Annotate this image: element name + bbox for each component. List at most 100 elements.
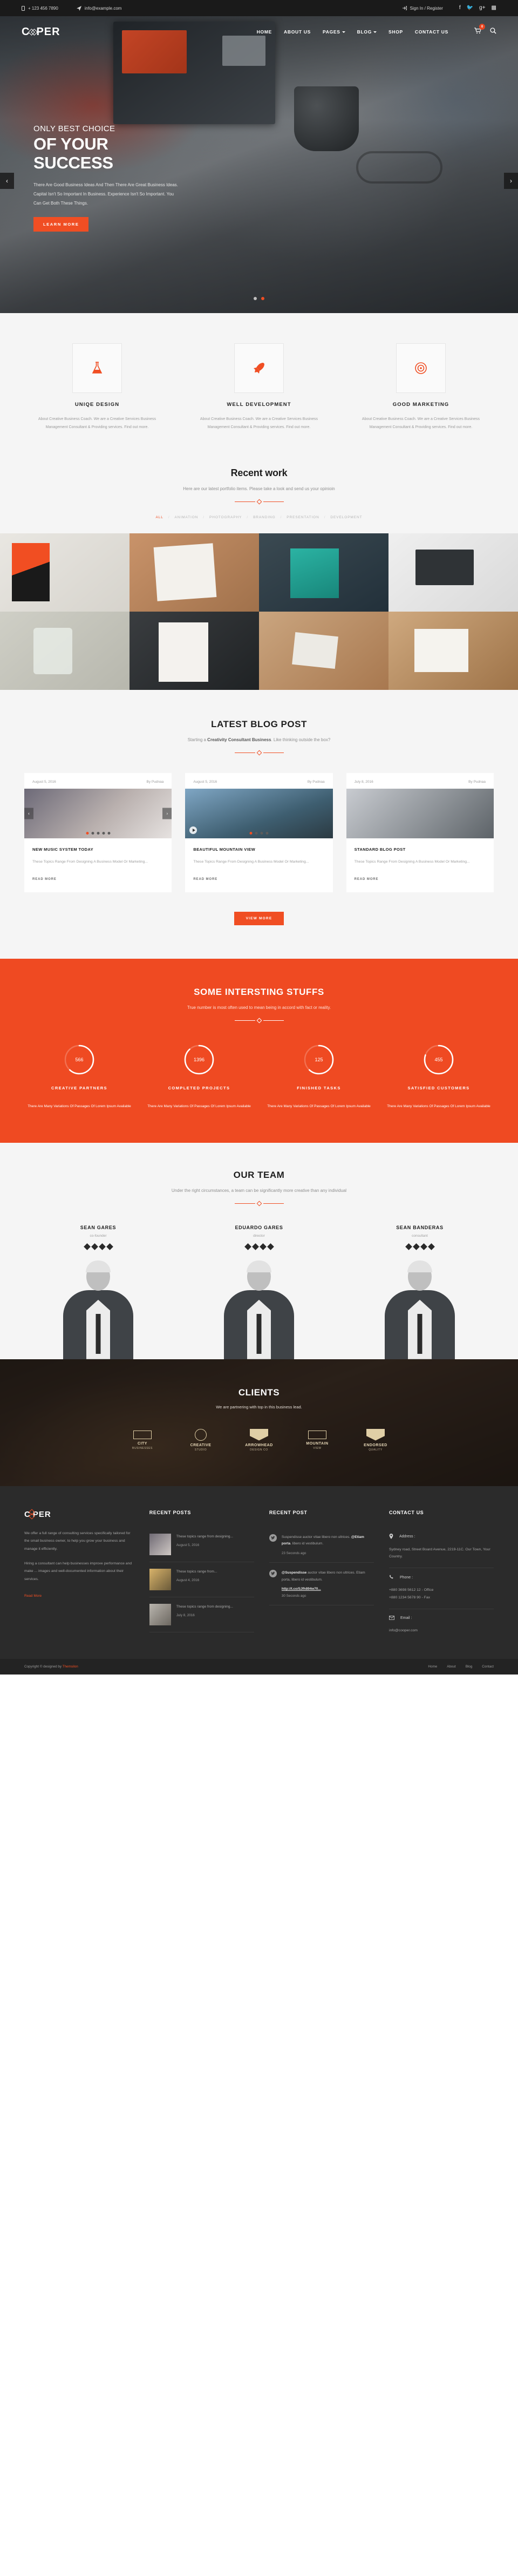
twitter-icon[interactable] [251,1243,259,1250]
blog-card[interactable]: August 5, 2016 By Pudnaa BEAUTIFUL MOUNT… [185,772,333,893]
footer-link-contact[interactable]: Contact [482,1665,494,1669]
nav-label: HOME [256,29,272,35]
sign-in-register-link[interactable]: Sign In / Register [402,6,443,11]
filter-development[interactable]: DEVELOPMENT [330,516,362,519]
blog-card-readmore[interactable]: READ MORE [32,878,57,881]
portfolio-item[interactable] [259,611,388,690]
card-dot[interactable] [265,831,269,835]
slider-next-arrow[interactable]: › [504,173,518,189]
portfolio-item[interactable] [0,533,130,612]
client-logo[interactable]: ARROWHEAD DESIGN CO [238,1426,280,1455]
twitter-icon[interactable] [269,1570,277,1578]
filter-branding[interactable]: BRANDING [253,516,276,519]
play-icon[interactable] [189,826,197,834]
blog-section-title: LATEST BLOG POST [211,718,307,729]
twitter-icon[interactable] [269,1534,277,1542]
footer-link-blog[interactable]: Blog [466,1665,473,1669]
client-logo[interactable]: MOUNTAIN VIEW [296,1426,338,1455]
service-text: About Creative Business Coach. We are a … [38,417,156,430]
card-prev-arrow[interactable]: ‹ [24,808,33,819]
cart-button[interactable]: 0 [474,24,485,37]
nav-item-home[interactable]: HOME [257,29,272,35]
card-dots [86,831,111,835]
filter-animation[interactable]: ANIMATION [175,516,199,519]
filter-all[interactable]: ALL [156,516,163,519]
google-plus-icon[interactable] [259,1243,267,1250]
counter-value: 566 [75,1057,84,1063]
card-dot-active[interactable] [249,831,253,835]
google-plus-icon[interactable] [420,1243,427,1250]
services-row: UNIQE DESIGN About Creative Business Coa… [24,343,494,432]
twitter-icon[interactable] [91,1243,98,1250]
flickr-icon[interactable]: ▩ [492,5,496,11]
chevron-down-icon [373,31,377,33]
google-plus-icon[interactable] [98,1243,106,1250]
card-dot[interactable] [91,831,94,835]
twitter-icon[interactable]: 🐦 [467,5,473,11]
slider-dot[interactable] [254,297,257,300]
footer-readmore-link[interactable]: Read More [24,1594,42,1598]
view-more-button[interactable]: VIEW MORE [234,912,284,926]
portfolio-item[interactable] [388,533,518,612]
nav-item-shop[interactable]: SHOP [388,29,403,35]
copyright-brand[interactable]: Themsilon [63,1665,78,1669]
twitter-icon[interactable] [412,1243,420,1250]
google-plus-icon[interactable]: g+ [479,5,485,11]
linkedin-icon[interactable] [267,1243,274,1250]
hero-learn-more-button[interactable]: LEARN MORE [33,216,89,232]
card-dot-active[interactable] [86,831,89,835]
nav-item-blog[interactable]: BLOG [357,29,377,35]
blog-card-readmore[interactable]: READ MORE [193,878,217,881]
copyright-pre: Copyright © designed by [24,1665,63,1669]
paper-plane-icon [76,5,81,11]
contact-email-block: Email : info@cooper.com [388,1609,494,1642]
card-next-arrow[interactable]: › [162,808,172,819]
filter-presentation[interactable]: PRESENTATION [287,516,319,519]
portfolio-item[interactable] [0,611,130,690]
card-dot[interactable] [97,831,100,835]
service-title: UNIQE DESIGN [74,402,120,408]
filter-photography[interactable]: PHOTOGRAPHY [209,516,242,519]
hero-slider: C PER HOME ABOUT US PAGES BLOG SHOP CONT… [0,16,518,313]
linkedin-icon[interactable] [427,1243,435,1250]
client-logo[interactable]: CREATIVE STUDIO [180,1426,222,1455]
hero-content: ONLY BEST CHOICE OF YOUR SUCCESS There A… [0,16,518,313]
facebook-icon[interactable] [83,1243,91,1250]
facebook-icon[interactable]: f [459,5,461,11]
card-dot[interactable] [255,831,258,835]
nav-item-pages[interactable]: PAGES [323,29,345,35]
card-dot[interactable] [260,831,263,835]
footer-recent-post-item[interactable]: These topics range from... August 4, 201… [149,1562,254,1597]
client-logo[interactable]: CITY BUSINESSES [121,1426,163,1455]
portfolio-item[interactable] [130,611,259,690]
slider-dot-active[interactable] [261,297,264,300]
client-logo-bottom: QUALITY [369,1448,383,1452]
portfolio-item[interactable] [259,533,388,612]
site-logo[interactable]: C PER [22,26,60,38]
portfolio-item[interactable] [130,533,259,612]
footer-recent-post-item[interactable]: These topics range from designing... Aug… [149,1527,254,1562]
footer-link-home[interactable]: Home [428,1665,437,1669]
blog-card-readmore[interactable]: READ MORE [355,878,379,881]
footer-link-about[interactable]: About [447,1665,455,1669]
facebook-icon[interactable] [244,1243,251,1250]
clients-section: CLIENTS We are partnering with top in th… [0,1359,518,1486]
blog-card[interactable]: August 5, 2016 By Pudnaa ‹ › NEW MUSIC S… [24,772,172,893]
blog-card[interactable]: July 8, 2016 By Pudnaa STANDARD BLOG POS… [346,772,494,893]
card-dot[interactable] [107,831,111,835]
nav-item-about-us[interactable]: ABOUT US [284,29,311,35]
facebook-icon[interactable] [405,1243,412,1250]
nav-item-contact-us[interactable]: CONTACT US [415,29,448,35]
clients-content: CLIENTS We are partnering with top in th… [0,1359,518,1455]
tweet-link[interactable]: http://t.co/SJfh894w70... [282,1587,374,1591]
card-dot[interactable] [102,831,105,835]
portfolio-item[interactable] [388,611,518,690]
footer-recent-post-item[interactable]: These topics range from designing... Jul… [149,1597,254,1632]
footer-logo[interactable]: C PER [24,1509,134,1520]
tweet-text: Suspendisse auctor vitae libero non ultr… [282,1534,374,1548]
search-icon[interactable] [490,27,496,37]
linkedin-icon[interactable] [106,1243,113,1250]
client-logo[interactable]: ENDORSED QUALITY [355,1426,397,1455]
slider-prev-arrow[interactable]: ‹ [0,173,14,189]
tweet-handle[interactable]: @Suspendisse [282,1571,306,1575]
